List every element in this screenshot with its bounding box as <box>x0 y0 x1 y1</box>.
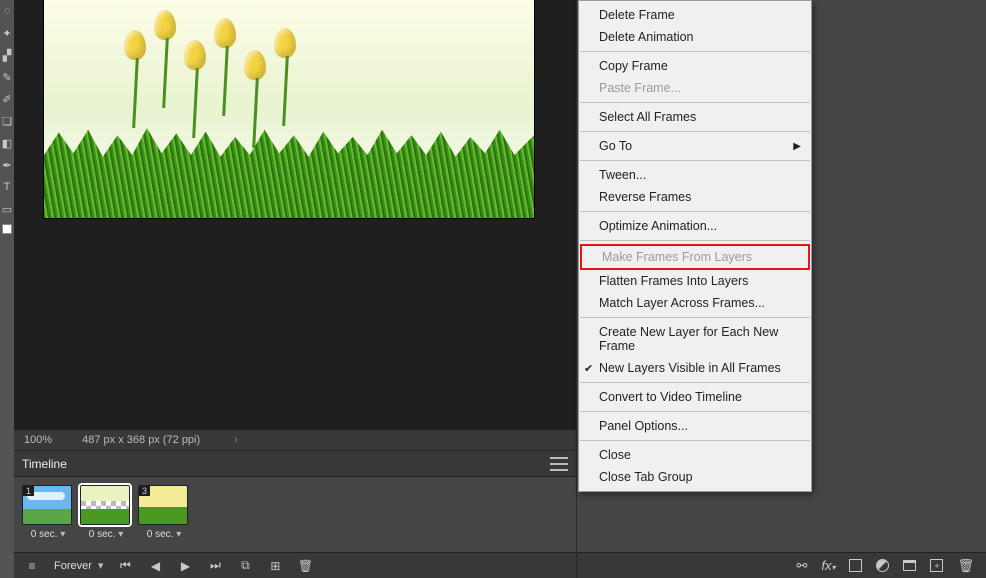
first-frame-icon[interactable]: ⏮ <box>117 558 133 573</box>
frame-number: 3 <box>139 486 150 496</box>
loop-mode-select[interactable]: Forever <box>54 559 103 572</box>
status-bar: 100% 487 px x 368 px (72 ppi) › <box>14 430 576 450</box>
menu-separator <box>580 440 810 441</box>
menu-separator <box>580 211 810 212</box>
pen-tool-icon[interactable]: ✒ <box>0 154 14 176</box>
timeline-context-menu: Delete Frame Delete Animation Copy Frame… <box>578 0 812 492</box>
eyedropper-tool-icon[interactable]: ✎ <box>0 66 14 88</box>
menu-item-copy-frame[interactable]: Copy Frame <box>579 55 811 77</box>
menu-item-convert-to-video-timeline[interactable]: Convert to Video Timeline <box>579 386 811 408</box>
frame-duration[interactable]: 0 sec. <box>22 529 74 540</box>
submenu-arrow-icon: ▶ <box>793 141 801 152</box>
menu-item-reverse-frames[interactable]: Reverse Frames <box>579 186 811 208</box>
menu-separator <box>580 131 810 132</box>
adjustment-layer-icon[interactable] <box>876 559 889 572</box>
tween-icon[interactable]: ⧉ <box>237 558 253 573</box>
layers-panel-footer: ⚯ fx▾ + 🗑 <box>577 552 986 578</box>
menu-separator <box>580 160 810 161</box>
frame-strip: 1 0 sec. 2 0 sec. 3 0 sec. <box>14 477 576 548</box>
timeline-options-icon[interactable]: ≡ <box>24 559 40 573</box>
frame-thumb[interactable]: 2 0 sec. <box>80 485 132 540</box>
play-icon[interactable]: ▶ <box>177 559 193 573</box>
new-layer-icon[interactable]: + <box>930 559 943 572</box>
zoom-level[interactable]: 100% <box>24 434 52 446</box>
canvas[interactable] <box>44 0 534 218</box>
menu-item-flatten-frames-into-layers[interactable]: Flatten Frames Into Layers <box>579 270 811 292</box>
magnet-tool-icon[interactable]: ✦ <box>0 22 14 44</box>
menu-item-make-frames-from-layers: Make Frames From Layers <box>582 246 808 268</box>
menu-separator <box>580 411 810 412</box>
frame-duration[interactable]: 0 sec. <box>138 529 190 540</box>
delete-frame-icon[interactable]: 🗑 <box>297 559 313 573</box>
menu-item-panel-options[interactable]: Panel Options... <box>579 415 811 437</box>
shape-tool-icon[interactable]: ▭ <box>0 198 14 220</box>
frame-number: 1 <box>23 486 34 496</box>
status-menu-chevron-icon[interactable]: › <box>234 434 238 446</box>
brush-tool-icon[interactable]: ✐ <box>0 88 14 110</box>
type-tool-icon[interactable]: T <box>0 176 14 198</box>
layer-mask-icon[interactable] <box>849 559 862 572</box>
menu-item-paste-frame: Paste Frame... <box>579 77 811 99</box>
timeline-panel: Timeline 1 0 sec. 2 0 sec. 3 0 sec. ≡ Fo… <box>14 450 576 578</box>
menu-item-close-tab-group[interactable]: Close Tab Group <box>579 466 811 488</box>
clone-tool-icon[interactable]: ❏ <box>0 110 14 132</box>
document-dimensions: 487 px x 368 px (72 ppi) <box>82 434 200 446</box>
menu-item-match-layer-across-frames[interactable]: Match Layer Across Frames... <box>579 292 811 314</box>
menu-item-tween[interactable]: Tween... <box>579 164 811 186</box>
menu-item-go-to[interactable]: Go To▶ <box>579 135 811 157</box>
canvas-grass <box>44 128 534 218</box>
menu-item-close[interactable]: Close <box>579 444 811 466</box>
layer-group-icon[interactable] <box>903 560 916 571</box>
menu-separator <box>580 240 810 241</box>
new-frame-icon[interactable]: ⊞ <box>267 559 283 573</box>
menu-item-select-all-frames[interactable]: Select All Frames <box>579 106 811 128</box>
prev-frame-icon[interactable]: ◀ <box>147 559 163 573</box>
menu-separator <box>580 382 810 383</box>
tool-rail: ◌ ✦ ▞ ✎ ✐ ❏ ◧ ✒ T ▭ <box>0 0 14 578</box>
menu-separator <box>580 317 810 318</box>
timeline-header: Timeline <box>14 451 576 477</box>
lasso-tool-icon[interactable]: ◌ <box>0 0 14 22</box>
menu-item-optimize-animation[interactable]: Optimize Animation... <box>579 215 811 237</box>
menu-item-new-layers-visible-all-frames[interactable]: ✔New Layers Visible in All Frames <box>579 357 811 379</box>
timeline-controls: ≡ Forever ⏮ ◀ ▶ ⏭ ⧉ ⊞ 🗑 <box>14 552 576 578</box>
menu-separator <box>580 51 810 52</box>
timeline-menu-icon[interactable] <box>550 457 568 471</box>
layer-fx-icon[interactable]: fx▾ <box>821 558 835 573</box>
crop-tool-icon[interactable]: ▞ <box>0 44 14 66</box>
link-layers-icon[interactable]: ⚯ <box>796 558 807 574</box>
delete-layer-icon[interactable]: 🗑 <box>957 558 974 574</box>
timeline-tab[interactable]: Timeline <box>22 457 67 471</box>
frame-number: 2 <box>81 486 92 496</box>
gradient-tool-icon[interactable]: ◧ <box>0 132 14 154</box>
menu-item-delete-animation[interactable]: Delete Animation <box>579 26 811 48</box>
foreground-swatch[interactable] <box>2 224 12 234</box>
menu-separator <box>580 102 810 103</box>
highlight-callout: Make Frames From Layers <box>580 244 810 270</box>
frame-thumb[interactable]: 3 0 sec. <box>138 485 190 540</box>
menu-item-delete-frame[interactable]: Delete Frame <box>579 4 811 26</box>
next-frame-icon[interactable]: ⏭ <box>207 558 223 573</box>
check-icon: ✔ <box>584 362 593 375</box>
frame-duration[interactable]: 0 sec. <box>80 529 132 540</box>
frame-thumb[interactable]: 1 0 sec. <box>22 485 74 540</box>
menu-item-create-new-layer-each-frame[interactable]: Create New Layer for Each New Frame <box>579 321 811 357</box>
